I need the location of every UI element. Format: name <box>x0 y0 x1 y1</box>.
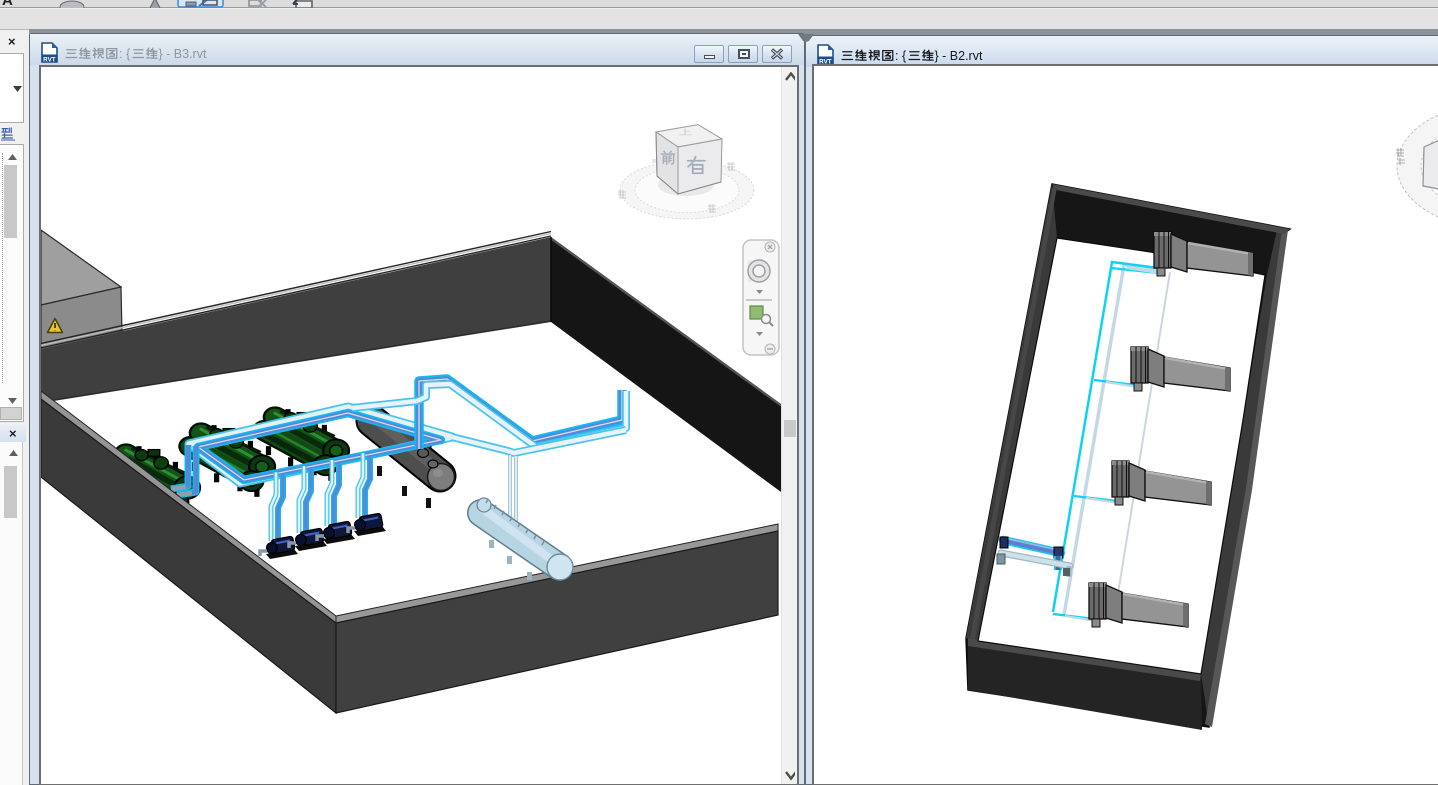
svg-text:RVT: RVT <box>43 56 56 63</box>
svg-text:} - B3.rvt: } - B3.rvt <box>159 46 207 60</box>
svg-text:: {: : { <box>119 46 130 60</box>
svg-text:: {: : { <box>895 48 906 62</box>
svg-text:} - B2.rvt: } - B2.rvt <box>935 48 983 62</box>
